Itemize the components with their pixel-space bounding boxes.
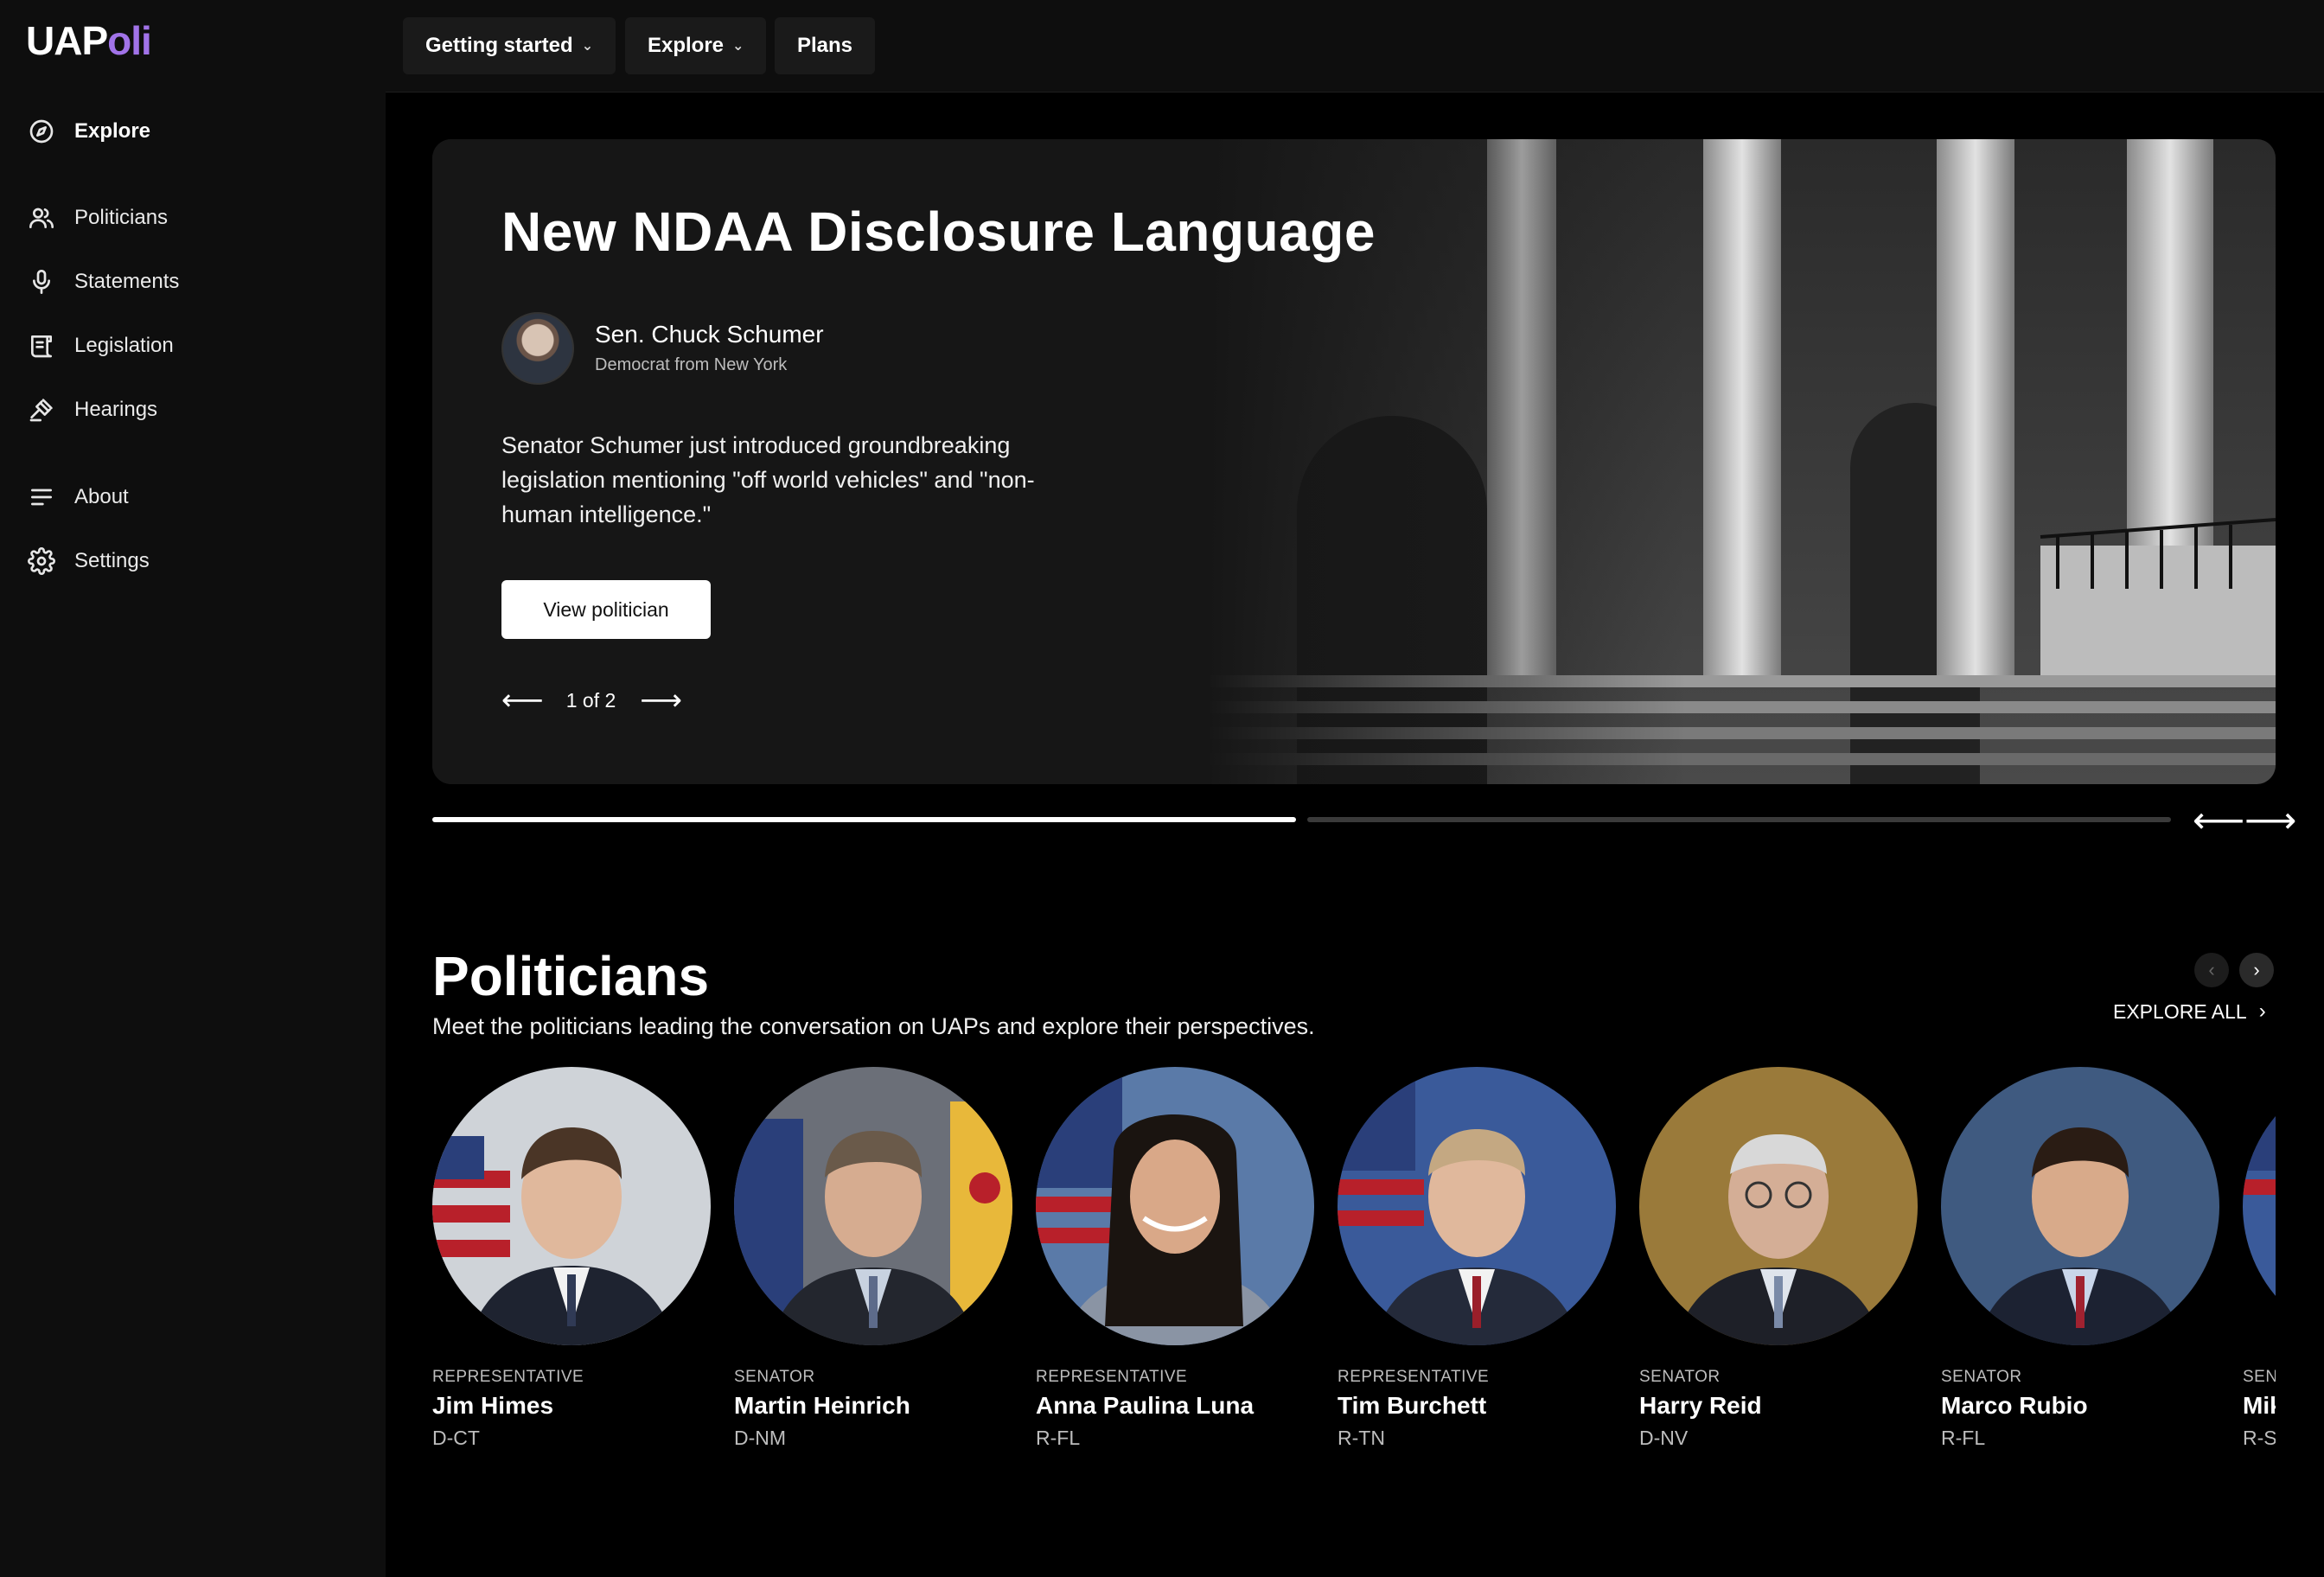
chevron-down-icon: ⌄: [581, 39, 594, 54]
politician-card[interactable]: REPRESENTATIVE Tim Burchett R-TN: [1338, 1067, 1623, 1450]
sidebar-item-label: Statements: [74, 270, 180, 293]
slide-progress-1[interactable]: [432, 817, 1296, 822]
hero-description: Senator Schumer just introduced groundbr…: [501, 432, 1035, 527]
hero-person-affiliation: Democrat from New York: [595, 355, 788, 374]
politician-party: D-NM: [734, 1427, 787, 1449]
explore-all-label: EXPLORE ALL: [2113, 999, 2247, 1023]
slide-progress-2[interactable]: [1307, 817, 2171, 822]
compass-icon: [26, 116, 57, 147]
hero-pager: ⟵ 1 of 2 ⟶: [501, 686, 682, 715]
politician-role: SENATOR: [734, 1368, 815, 1386]
sidebar-item-about[interactable]: About: [26, 480, 129, 514]
people-icon: [26, 202, 57, 233]
politician-role: SENATOR: [1941, 1368, 2022, 1386]
chevron-right-icon: ›: [2258, 999, 2266, 1023]
sidebar-item-statements[interactable]: Statements: [26, 265, 179, 299]
sidebar: UAPoli Explore Politicians Statements Le…: [0, 0, 386, 1577]
gavel-icon: [26, 394, 57, 425]
sidebar-item-label: Settings: [74, 549, 150, 572]
chevron-down-icon: ⌄: [732, 39, 744, 54]
politician-card[interactable]: SENATOR Marco Rubio R-FL: [1941, 1067, 2226, 1450]
logo-main: UAP: [26, 18, 108, 63]
topnav-label: Explore: [648, 34, 725, 57]
sidebar-item-label: Explore: [74, 119, 151, 143]
lines-icon: [26, 482, 57, 513]
politician-portrait: [1036, 1067, 1314, 1345]
explore-all-link[interactable]: EXPLORE ALL ›: [2113, 999, 2266, 1024]
sidebar-item-explore[interactable]: Explore: [26, 114, 150, 149]
topnav-label: Plans: [797, 34, 853, 57]
politician-name: Martin Heinrich: [734, 1392, 910, 1419]
politician-portrait: [432, 1067, 711, 1345]
chevron-right-icon: ›: [2253, 959, 2260, 980]
top-navigation: Getting started ⌄ Explore ⌄ Plans: [386, 0, 2324, 93]
sidebar-item-legislation[interactable]: Legislation: [26, 329, 174, 363]
logo-accent: oli: [107, 18, 152, 63]
arrow-right-icon[interactable]: ⟶: [2244, 799, 2296, 841]
hero-person-name[interactable]: Sen. Chuck Schumer: [595, 321, 824, 348]
chevron-left-icon: ‹: [2208, 959, 2215, 980]
topnav-explore[interactable]: Explore ⌄: [625, 17, 767, 74]
politician-role: SENATOR: [1639, 1368, 1721, 1386]
sidebar-item-settings[interactable]: Settings: [26, 544, 150, 578]
politician-role: SENATOR: [2243, 1368, 2276, 1386]
pager-count: 1 of 2: [565, 688, 616, 712]
hero-title: New NDAA Disclosure Language: [501, 201, 1376, 263]
politician-name: Jim Himes: [432, 1392, 554, 1419]
arrow-right-icon[interactable]: ⟶: [640, 686, 682, 715]
hero-carousel: New NDAA Disclosure Language Sen. Chuck …: [432, 139, 2276, 784]
arrow-left-icon[interactable]: ⟵: [501, 686, 544, 715]
politician-party: R-TN: [1338, 1427, 1385, 1449]
politician-card[interactable]: SENATOR Martin Heinrich D-NM: [734, 1067, 1019, 1450]
politician-name: Mike Lee: [2243, 1392, 2276, 1419]
politician-portrait: [1941, 1067, 2219, 1345]
topnav-plans[interactable]: Plans: [775, 17, 876, 74]
app-logo[interactable]: UAPoli: [26, 17, 152, 64]
politician-portrait: [1338, 1067, 1616, 1345]
sidebar-item-hearings[interactable]: Hearings: [26, 393, 157, 427]
microphone-icon: [26, 266, 57, 297]
view-politician-button[interactable]: View politician: [501, 580, 711, 639]
politician-portrait: [2243, 1067, 2276, 1345]
politician-card[interactable]: SENATOR Harry Reid D-NV: [1639, 1067, 1925, 1450]
scroll-icon: [26, 330, 57, 361]
section-title: Politicians: [432, 945, 710, 1007]
sidebar-item-label: Hearings: [74, 398, 158, 421]
politician-portrait: [734, 1067, 1012, 1345]
sidebar-item-politicians[interactable]: Politicians: [26, 201, 168, 235]
arrow-left-icon[interactable]: ⟵: [2193, 799, 2244, 841]
sidebar-item-label: About: [74, 485, 129, 508]
politician-party: D-NV: [1639, 1427, 1689, 1449]
topnav-getting-started[interactable]: Getting started ⌄: [403, 17, 616, 74]
carousel-prev-button[interactable]: ‹: [2194, 953, 2229, 987]
politician-portrait: [1639, 1067, 1918, 1345]
politician-party: D-CT: [432, 1427, 480, 1449]
politician-card[interactable]: SENATOR Mike Lee R-SC: [2243, 1067, 2276, 1450]
sidebar-item-label: Legislation: [74, 334, 174, 357]
politician-name: Tim Burchett: [1338, 1392, 1487, 1419]
politician-name: Harry Reid: [1639, 1392, 1762, 1419]
politician-name: Marco Rubio: [1941, 1392, 2088, 1419]
sidebar-item-label: Politicians: [74, 206, 169, 229]
politician-party: R-SC: [2243, 1427, 2276, 1449]
politician-party: R-FL: [1036, 1427, 1081, 1449]
section-subtitle: Meet the politicians leading the convers…: [432, 1013, 1315, 1039]
politician-role: REPRESENTATIVE: [432, 1368, 584, 1386]
carousel-next-button[interactable]: ›: [2239, 953, 2274, 987]
avatar[interactable]: [501, 312, 574, 385]
politician-card[interactable]: REPRESENTATIVE Jim Himes D-CT: [432, 1067, 718, 1450]
politician-role: REPRESENTATIVE: [1036, 1368, 1188, 1386]
politician-card[interactable]: REPRESENTATIVE Anna Paulina Luna R-FL: [1036, 1067, 1321, 1450]
topnav-label: Getting started: [425, 34, 573, 57]
politician-party: R-FL: [1941, 1427, 1986, 1449]
politician-name: Anna Paulina Luna: [1036, 1392, 1255, 1419]
politician-role: REPRESENTATIVE: [1338, 1368, 1490, 1386]
politicians-carousel: REPRESENTATIVE Jim Himes D-CT SENATOR Ma…: [432, 1067, 2276, 1465]
gear-icon: [26, 546, 57, 577]
